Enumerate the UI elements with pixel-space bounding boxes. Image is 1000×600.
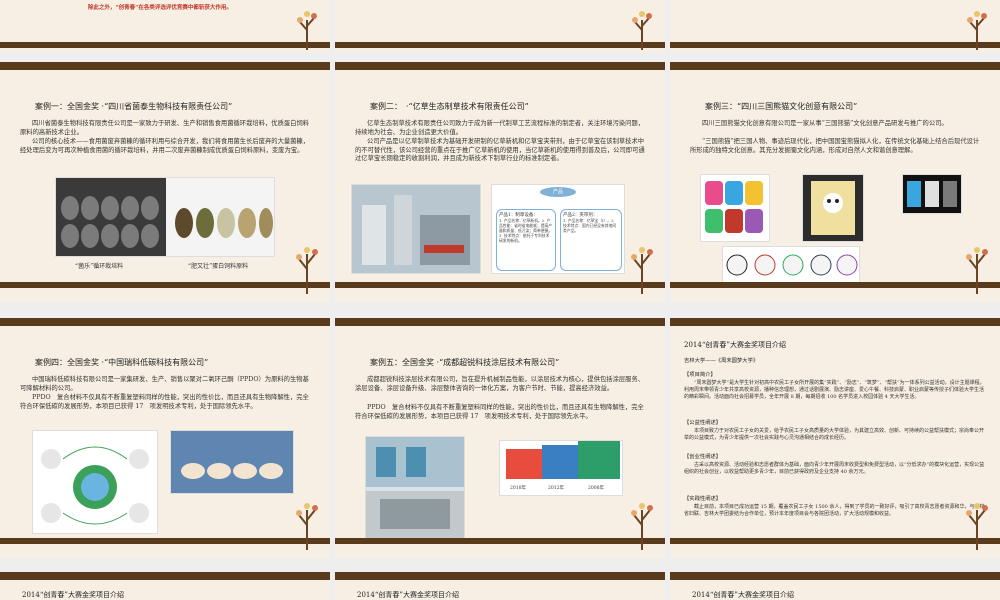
section-heading: 【实践性阐述】	[684, 496, 722, 502]
slide-bar	[335, 42, 665, 48]
slide-bar	[335, 282, 665, 288]
slide-bar	[670, 538, 1000, 544]
case-paragraph-2: 公司产品是以亿草制草技术为基础开发研制的亿草新机和亿草宝夹带剂，由于亿草宝在该制…	[355, 138, 645, 163]
diagram-left-text: 1. 产品名称：亿草新机。2. 产品性能：省时省电能耗；提高产量和质量；低污染；…	[499, 218, 553, 243]
case-paragraph-2: 公司的核心技术——食用菌废弃菌糠的循环利用与综合开发，我们将食用菌生长后废弃的大…	[20, 138, 310, 154]
case-paragraph-2: “三国熊猫”把三国人物、事迹后现代化，把中国国宝熊猫拟人化，在传统文化基础上结合…	[690, 138, 980, 154]
slide-case-3[interactable]: 案例三：“四川三国熊猫文化创意有限公司” 四川三国熊猫文化创意有限公司是一家从事…	[670, 62, 1000, 302]
slide-top-right[interactable]	[670, 0, 1000, 52]
section-text: 截止目前，本项目已成功运营 15 期，覆盖农民工子女 1500 余人，得到了学员…	[684, 504, 985, 517]
case-paragraph-1: 成都超锐科技涂层技术有限公司，旨在提升机械制品性能，以涂层技术为核心，提供包括涂…	[355, 376, 645, 392]
coating-factory-image	[365, 436, 465, 540]
case-title: 案例一：全国金奖 ·“四川省菌泰生物科技有限责任公司”	[35, 102, 233, 111]
panda-book-image	[802, 174, 864, 242]
case-paragraph-1: 四川省菌泰生物科技有限责任公司是一家致力于研发、生产和销售食用菌循环栽培料，优质…	[20, 120, 310, 136]
case-title: 案例三：“四川三国熊猫文化创意有限公司”	[705, 102, 858, 111]
case-paragraph-2: PPDO 复合材料不仅具有不断重复塑料同样的性能，突出的性价比，而且还具有生物降…	[355, 404, 644, 420]
tree-icon	[631, 503, 653, 550]
tree-icon	[296, 247, 318, 294]
slide-bottom-right[interactable]: 2014“创青春”大赛金奖项目介绍	[670, 572, 1000, 600]
slide-bar	[0, 282, 330, 288]
tree-icon	[966, 247, 988, 294]
timeline-year-2: 2012年	[548, 486, 564, 491]
development-timeline: 2010年 2012年 2006年	[499, 440, 623, 496]
slide-bar	[670, 282, 1000, 288]
ppdo-product-image	[170, 430, 294, 494]
tree-icon	[297, 11, 317, 50]
slide-case-1[interactable]: 案例一：全国金奖 ·“四川省菌泰生物科技有限责任公司” 四川省菌泰生物科技有限责…	[0, 62, 330, 302]
diagram-right-text: 1. 产品名称：亿草宝（I）。2. 技术特点：国内已经没有其他同类产品。	[563, 218, 617, 233]
slide-award-intro[interactable]: 2014“创青春”大赛金奖项目介绍 吉林大学——《周末圆梦大学》 【项目简介】 …	[670, 318, 1000, 558]
factory-equipment-image	[351, 184, 481, 274]
slide-bottom-mid[interactable]: 2014“创青春”大赛金奖项目介绍	[335, 572, 665, 600]
product-diagram: 产品 产品1：制草设备： 1. 产品名称：亿草新机。2. 产品性能：省时省电能耗…	[491, 184, 625, 274]
section-heading: 【创业性阐述】	[684, 454, 722, 460]
slide-case-2[interactable]: 案例二： ·“亿草生态制草技术有限责任公司” 亿草生态制草技术有限责任公司致力于…	[335, 62, 665, 302]
slide-top-mid[interactable]	[335, 0, 665, 52]
tree-icon	[632, 11, 652, 50]
mushroom-substrate-image	[55, 177, 275, 257]
slide-bottom-left[interactable]: 2014“创青春”大赛金奖项目介绍	[0, 572, 330, 600]
case-paragraph-2: PPDO 复合材料不仅具有不断重复塑料同样的性能，突出的性价比，而且还具有生物降…	[20, 394, 309, 410]
panda-card-image	[902, 174, 962, 214]
award-title: 2014“创青春”大赛金奖项目介绍	[684, 341, 786, 349]
slide-title: 2014“创青春”大赛金奖项目介绍	[22, 591, 124, 599]
timeline-year-3: 2006年	[588, 486, 604, 491]
tree-icon	[967, 11, 987, 50]
timeline-year-1: 2010年	[510, 486, 526, 491]
slide-case-4[interactable]: 案例四：全国金奖 ·“中国瑞科低碳科技有限公司” 中国瑞科低碳科技有限公司是一家…	[0, 318, 330, 558]
section-text: “周末圆梦大学”是大学生针对初高中农民工子女所开展的集“实践”、“励志”、“筑梦…	[684, 380, 985, 400]
case-title: 案例二： ·“亿草生态制草技术有限责任公司”	[370, 102, 529, 111]
slide-title: 2014“创青春”大赛金奖项目介绍	[357, 591, 459, 599]
slide-bar	[335, 538, 665, 544]
tree-icon	[966, 503, 988, 550]
slide-bar	[0, 538, 330, 544]
slide-bar	[0, 42, 330, 48]
case-paragraph-1: 中国瑞科低碳科技有限公司是一家集研发、生产、销售以聚对二氧环己酮（PPDO）为原…	[20, 376, 309, 392]
section-heading: 【公益性阐述】	[684, 420, 722, 426]
case-title: 案例五：全国金奖 ·“成都超锐科技涂层技术有限公司”	[370, 358, 560, 367]
diagram-root: 产品	[540, 187, 576, 197]
image-caption-right: “肥又壮”蛋白饲料原料	[188, 263, 249, 270]
tree-icon	[296, 503, 318, 550]
slide-top-left[interactable]: 除此之外，“创青春”在各类评选评优竞赛中都斩获大作用。	[0, 0, 330, 52]
slide-bar	[670, 42, 1000, 48]
slide-title: 2014“创青春”大赛金奖项目介绍	[692, 591, 794, 599]
panda-backpack-image	[700, 174, 770, 242]
image-caption-left: “菌乐”循环栽培料	[75, 263, 124, 270]
section-text: 本项目致力于对农民工子女的关爱，给予农民工子女高质量的大学体验，为其建立高效、创…	[684, 428, 985, 441]
top-note: 除此之外，“创青春”在各类评选评优竞赛中都斩获大作用。	[88, 5, 232, 11]
case-title: 案例四：全国金奖 ·“中国瑞科低碳科技有限公司”	[35, 358, 209, 367]
case-paragraph-1: 四川三国熊猫文化创意有限公司是一家从事“三国熊猫”文化创意产品研发与推广的公司。	[702, 120, 948, 127]
tree-icon	[631, 247, 653, 294]
section-text: 古采以高校资源、活动经验和志愿者群体为基础，面向青少年开展周末收费型和免费型活动…	[684, 462, 985, 475]
school-name: 吉林大学——《周末圆梦大学》	[684, 358, 759, 364]
case-paragraph-1: 亿草生态制草技术有限责任公司致力于成为新一代制草工艺流程标准的制定者，关注环境污…	[355, 120, 645, 136]
ppdo-cycle-diagram	[32, 430, 158, 534]
section-heading: 【项目简介】	[684, 372, 716, 378]
panda-characters-image	[722, 246, 860, 286]
slide-case-5[interactable]: 案例五：全国金奖 ·“成都超锐科技涂层技术有限公司” 成都超锐科技涂层技术有限公…	[335, 318, 665, 558]
